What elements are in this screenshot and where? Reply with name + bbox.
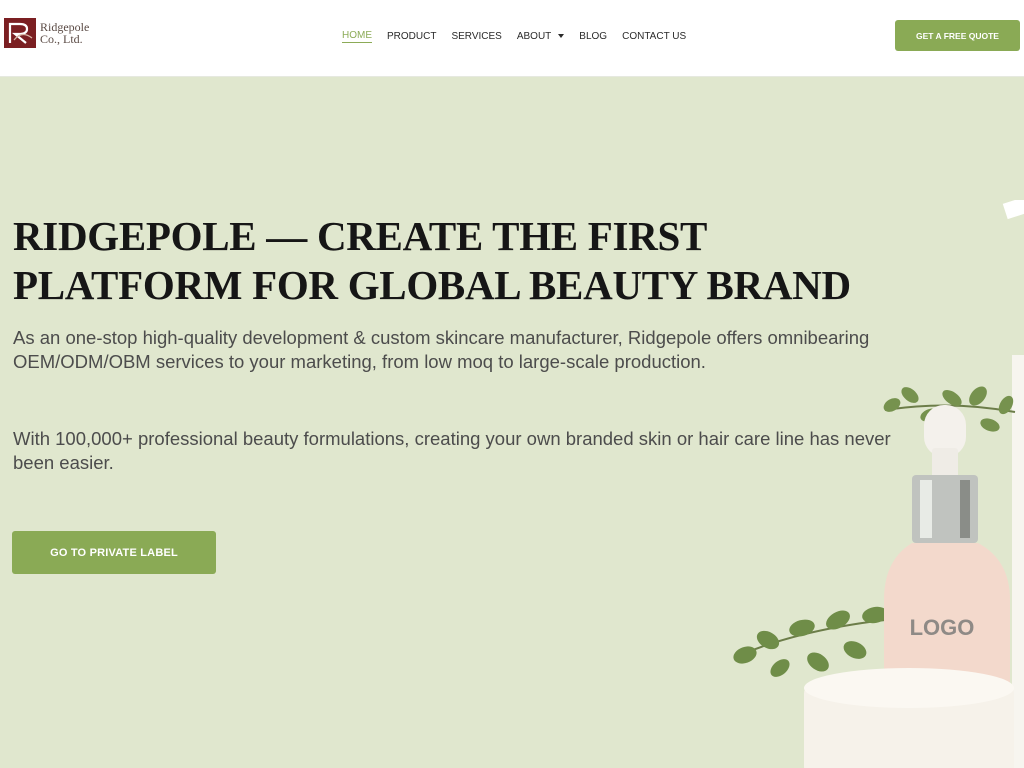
nav-item-services[interactable]: SERVICES [451,29,501,43]
skincare-products-image: LOGO [733,200,1024,768]
nav-item-about-label: ABOUT [516,30,552,42]
go-to-private-label-button[interactable]: GO TO PRIVATE LABEL [12,531,216,574]
ridgepole-logo-icon [4,18,36,48]
dropper-bottle: LOGO [884,405,1010,690]
chevron-down-icon [558,34,565,38]
nav-item-contact-us[interactable]: CONTACT US [622,29,686,43]
nav-item-product[interactable]: PRODUCT [387,29,436,43]
brand-logo[interactable]: Ridgepole Co., Ltd. [4,18,89,48]
bottle-logo-label: LOGO [910,615,975,640]
brand-name: Ridgepole Co., Ltd. [40,21,89,45]
nav-item-blog[interactable]: BLOG [579,29,607,43]
nav-item-home[interactable]: HOME [342,29,372,43]
nav-item-about[interactable]: ABOUT [516,29,565,43]
brand-name-line2: Co., Ltd. [40,32,83,46]
main-nav: HOME PRODUCT SERVICES ABOUT BLOG CONTACT… [342,29,701,43]
eucalyptus-leaves-lower [733,606,888,677]
cream-jar [804,668,1014,768]
get-free-quote-button[interactable]: GET A FREE QUOTE [895,20,1020,51]
site-header: Ridgepole Co., Ltd. HOME PRODUCT SERVICE… [0,0,1024,77]
